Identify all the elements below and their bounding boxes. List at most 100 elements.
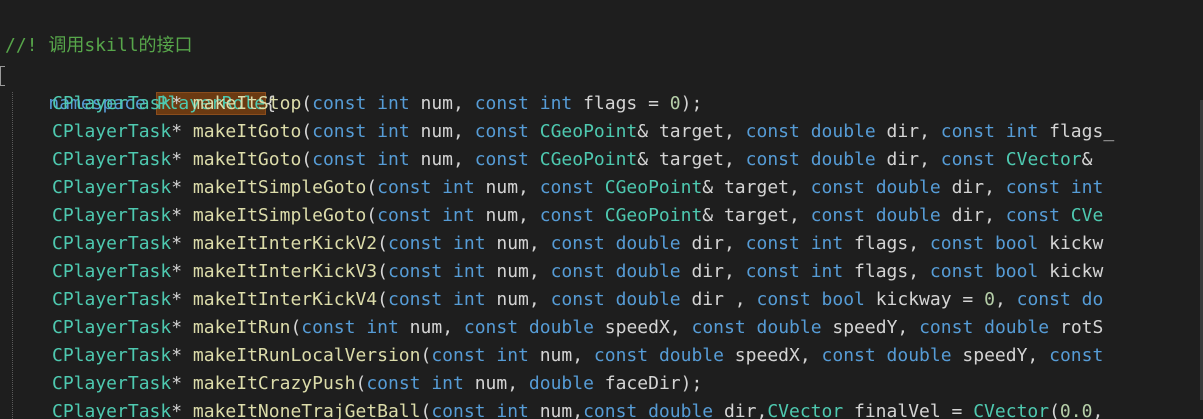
code-token: const (312, 149, 367, 170)
code-token: int (453, 261, 486, 282)
code-token: , (1092, 401, 1104, 419)
code-token: double (615, 233, 681, 254)
code-token: const (821, 345, 876, 366)
code-token: int (442, 177, 475, 198)
code-token: 0.0 (1059, 401, 1093, 419)
function-name: makeItRun (192, 317, 291, 338)
code-token: double (756, 317, 822, 338)
code-token: const (366, 373, 421, 394)
code-token: bool (821, 289, 865, 310)
code-token: speedY, (951, 345, 1050, 366)
code-token: CGeoPoint (539, 121, 638, 142)
code-line: CPlayerTask* makeItInterKickV3(const int… (52, 258, 1103, 286)
code-token: num, (474, 205, 540, 226)
code-token: flags_ (1038, 121, 1115, 142)
code-token: double (984, 317, 1050, 338)
code-token: double (615, 289, 681, 310)
code-token: int (377, 121, 410, 142)
code-token: double (648, 401, 714, 419)
code-token: int (1070, 177, 1104, 198)
code-token: const (756, 289, 811, 310)
code-token: double (810, 149, 876, 170)
pointer-token: * (171, 121, 193, 142)
code-token: num, (485, 289, 551, 310)
function-name: makeItGoto (192, 121, 302, 142)
code-token: dir, (940, 205, 1006, 226)
code-token: ( (420, 401, 432, 419)
code-line: CPlayerTask* makeItGoto(const int num, c… (52, 118, 1114, 146)
pointer-token: * (171, 261, 193, 282)
code-token: CVe (1070, 205, 1104, 226)
return-type: CPlayerTask (52, 149, 172, 170)
code-token: CGeoPoint (539, 149, 638, 170)
code-token: bool (994, 233, 1039, 254)
namespace-line: namespace PlayerRole{ (5, 62, 276, 115)
code-token: ); (680, 93, 703, 114)
code-editor[interactable]: //! 调用skill的接口 namespace PlayerRole{ CPl… (0, 0, 1203, 419)
code-token: ( (420, 345, 432, 366)
code-token: int (377, 149, 410, 170)
code-token: double (886, 345, 952, 366)
code-token: const (301, 317, 356, 338)
code-token: CGeoPoint (604, 205, 703, 226)
code-token: dir, (680, 233, 746, 254)
code-line: CPlayerTask* makeItInterKickV4(const int… (52, 286, 1103, 314)
code-token: const (474, 121, 529, 142)
code-token: const (745, 233, 800, 254)
pointer-token: * (171, 149, 193, 170)
code-token: ( (301, 121, 313, 142)
function-name: makeItRunLocalVersion (192, 345, 421, 366)
code-line: CPlayerTask* makeItSimpleGoto(const int … (52, 174, 1103, 202)
return-type: CPlayerTask (52, 205, 172, 226)
code-token: const (539, 177, 594, 198)
code-token: num, (485, 261, 551, 282)
pointer-token: * (171, 373, 193, 394)
code-token: num, (528, 401, 584, 419)
pointer-token: * (171, 93, 193, 114)
code-token: const (550, 261, 605, 282)
code-token: const (550, 233, 605, 254)
code-token: speedX, (593, 317, 692, 338)
code-token: dir, (940, 177, 1006, 198)
code-token: ( (1049, 401, 1060, 419)
function-name: makeItInterKickV3 (192, 261, 378, 282)
code-token: num, (463, 373, 529, 394)
return-type: CPlayerTask (52, 121, 172, 142)
code-token: const (940, 121, 995, 142)
code-token: finalVel = (843, 401, 974, 419)
code-token: const (539, 205, 594, 226)
code-token: speedX, (723, 345, 822, 366)
code-token: faceDir); (593, 373, 703, 394)
code-token: kickw (1038, 261, 1104, 282)
pointer-token: * (171, 401, 193, 419)
code-token: int (431, 373, 464, 394)
function-name: makeItCrazyPush (192, 373, 356, 394)
return-type: CPlayerTask (52, 373, 172, 394)
code-token: const (810, 205, 865, 226)
return-type: CPlayerTask (52, 93, 172, 114)
pointer-token: * (171, 289, 193, 310)
code-token: int (442, 205, 475, 226)
code-line: CPlayerTask* makeItCrazyPush(const int n… (52, 370, 702, 398)
code-token: & target, (637, 121, 746, 142)
code-token: const (550, 289, 605, 310)
code-line: CPlayerTask* makeItStop(const int num, c… (52, 90, 702, 118)
code-token: double (528, 317, 594, 338)
